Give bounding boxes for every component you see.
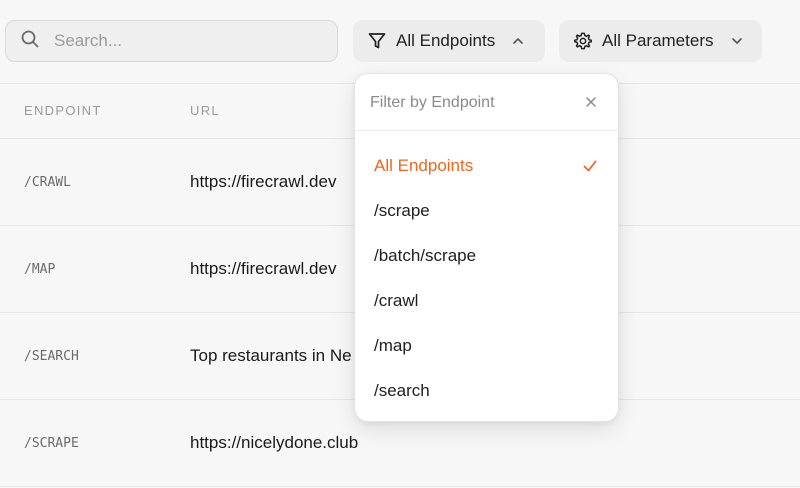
url-cell: https://firecrawl.dev	[190, 172, 337, 191]
chevron-up-icon	[511, 34, 525, 48]
filter-icon	[367, 31, 387, 51]
endpoints-filter-label: All Endpoints	[396, 31, 496, 50]
search-icon	[20, 29, 40, 54]
dropdown-option-label: /scrape	[374, 201, 430, 220]
page: All Endpoints All Parameters	[0, 0, 800, 488]
dropdown-title: Filter by Endpoint	[370, 94, 495, 111]
dropdown-header: Filter by Endpoint	[355, 74, 618, 131]
dropdown-option-crawl[interactable]: /crawl	[355, 280, 618, 322]
dropdown-option-search[interactable]: /search	[355, 370, 618, 412]
gear-icon	[573, 31, 593, 51]
column-header-url: URL	[190, 103, 220, 118]
dropdown-option-batch-scrape[interactable]: /batch/scrape	[355, 235, 618, 277]
dropdown-option-label: /map	[374, 336, 412, 355]
endpoint-cell: /MAP	[24, 262, 56, 277]
url-cell: Top restaurants in Ne	[190, 346, 352, 365]
search-input[interactable]	[54, 31, 314, 51]
check-icon	[582, 158, 598, 174]
url-cell: https://nicelydone.club	[190, 433, 359, 452]
endpoint-cell: /SEARCH	[24, 349, 79, 364]
dropdown-option-label: /crawl	[374, 291, 419, 310]
chevron-down-icon	[730, 34, 744, 48]
endpoint-cell: /SCRAPE	[24, 436, 79, 451]
dropdown-option-label: All Endpoints	[374, 156, 474, 175]
endpoint-cell: /CRAWL	[24, 175, 71, 190]
parameters-filter-button[interactable]: All Parameters	[559, 20, 762, 62]
dropdown-option-label: /batch/scrape	[374, 246, 477, 265]
dropdown-option-map[interactable]: /map	[355, 325, 618, 367]
search-box[interactable]	[5, 20, 338, 62]
endpoint-filter-dropdown: Filter by Endpoint All Endpoints /scrape…	[354, 73, 619, 422]
endpoints-filter-button[interactable]: All Endpoints	[353, 20, 545, 62]
toolbar: All Endpoints All Parameters	[0, 0, 800, 84]
dropdown-option-scrape[interactable]: /scrape	[355, 190, 618, 232]
close-icon[interactable]	[584, 95, 598, 109]
column-header-endpoint: ENDPOINT	[24, 103, 102, 118]
parameters-filter-label: All Parameters	[602, 31, 714, 50]
url-cell: https://firecrawl.dev	[190, 259, 337, 278]
dropdown-option-all-endpoints[interactable]: All Endpoints	[355, 145, 618, 187]
dropdown-option-label: /search	[374, 381, 430, 400]
